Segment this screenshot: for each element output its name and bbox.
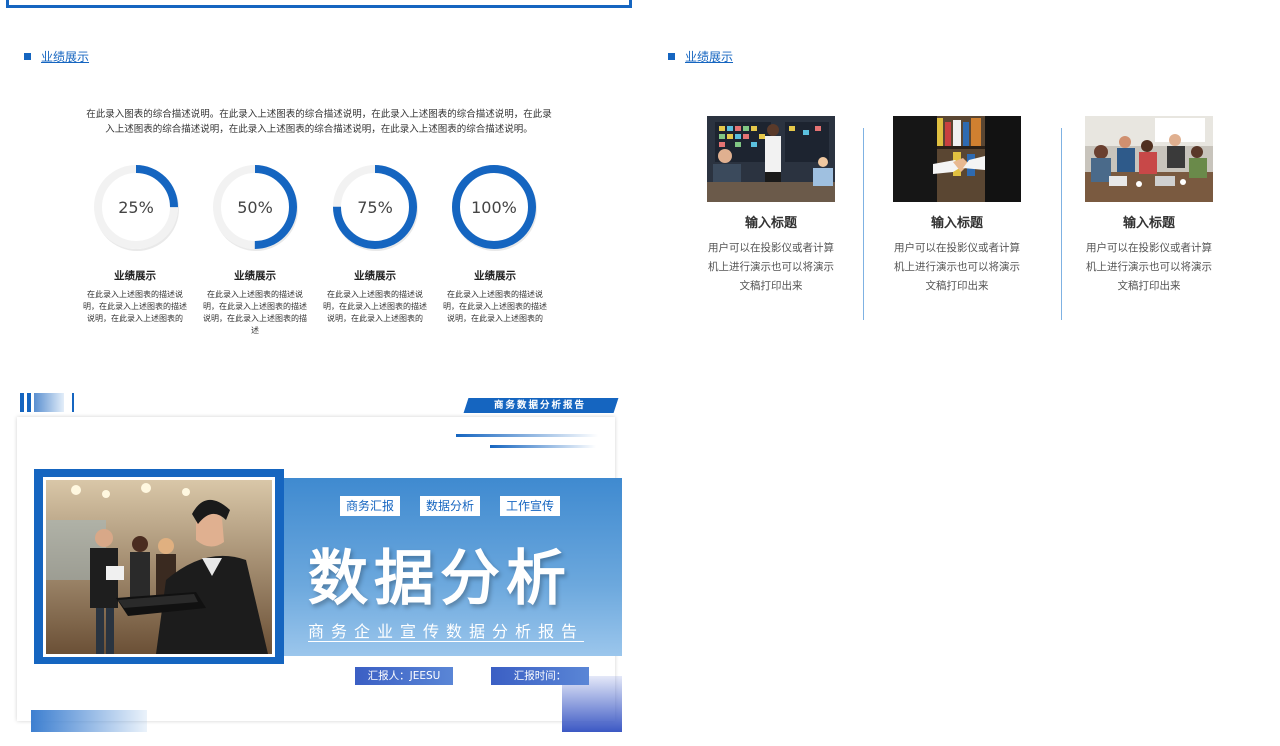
photo-card: 输入标题 用户可以在投影仪或者计算 机上进行演示也可以将演示 文稿打印出来 bbox=[1079, 116, 1219, 296]
donut-caption-title: 业绩展示 bbox=[114, 270, 156, 282]
divider-line bbox=[863, 128, 864, 320]
slide2-section-title[interactable]: 业绩展示 bbox=[685, 48, 733, 65]
card-title: 输入标题 bbox=[744, 216, 797, 231]
divider-line bbox=[1061, 128, 1062, 320]
card-desc: 用户可以在投影仪或者计算 机上进行演示也可以将演示 文稿打印出来 bbox=[1079, 239, 1219, 296]
donut-percent-label: 25% bbox=[118, 197, 154, 217]
card-desc-line: 用户可以在投影仪或者计算 bbox=[708, 242, 834, 254]
donut-caption: 业绩展示 在此录入上述图表的描述说明，在此录入上述图表的描述说明，在此录入上述图… bbox=[203, 268, 307, 337]
tag-business-report[interactable]: 商务汇报 bbox=[340, 496, 401, 516]
deco-gradient-block bbox=[31, 710, 147, 732]
reporter-label: 汇报人：JEESU bbox=[355, 667, 453, 685]
square-bullet-icon bbox=[668, 53, 675, 60]
card-desc-line: 用户可以在投影仪或者计算 bbox=[1086, 242, 1212, 254]
donut-caption: 业绩展示 在此录入上述图表的描述说明，在此录入上述图表的描述说明，在此录入上述图… bbox=[323, 268, 427, 325]
donut-caption-desc: 在此录入上述图表的描述说明，在此录入上述图表的描述说明，在此录入上述图表的描述 bbox=[203, 290, 307, 335]
card-desc: 用户可以在投影仪或者计算 机上进行演示也可以将演示 文稿打印出来 bbox=[887, 239, 1027, 296]
donut-chart: 100% bbox=[449, 162, 539, 252]
card-desc-line: 用户可以在投影仪或者计算 bbox=[894, 242, 1020, 254]
card-desc-line: 文稿打印出来 bbox=[739, 280, 803, 292]
photo-card: 输入标题 用户可以在投影仪或者计算 机上进行演示也可以将演示 文稿打印出来 bbox=[887, 116, 1027, 296]
slide1-description: 在此录入图表的综合描述说明。在此录入上述图表的综合描述说明，在此录入上述图表的综… bbox=[86, 109, 552, 135]
card-title: 输入标题 bbox=[1122, 216, 1175, 231]
card-desc: 用户可以在投影仪或者计算 机上进行演示也可以将演示 文稿打印出来 bbox=[701, 239, 841, 296]
card-desc-line: 机上进行演示也可以将演示 bbox=[1086, 261, 1212, 273]
donut-caption-desc: 在此录入上述图表的描述说明，在此录入上述图表的描述说明，在此录入上述图表的 bbox=[443, 290, 547, 323]
cover-subtitle: 商务企业宣传数据分析报告 bbox=[308, 622, 585, 641]
tag-work-promotion[interactable]: 工作宣传 bbox=[500, 496, 561, 516]
card-desc-line: 文稿打印出来 bbox=[925, 280, 989, 292]
donut-caption-title: 业绩展示 bbox=[474, 270, 516, 282]
donut-caption-title: 业绩展示 bbox=[354, 270, 396, 282]
meeting-photo bbox=[707, 116, 835, 202]
card-desc-line: 文稿打印出来 bbox=[1117, 280, 1181, 292]
square-bullet-icon bbox=[24, 53, 31, 60]
cover-deco-bars bbox=[20, 393, 74, 412]
slide1-section-header: 业绩展示 bbox=[24, 48, 89, 65]
deco-line bbox=[490, 445, 596, 448]
donut-chart: 75% bbox=[330, 162, 420, 252]
photo-card: 输入标题 用户可以在投影仪或者计算 机上进行演示也可以将演示 文稿打印出来 bbox=[701, 116, 841, 296]
donut-percent-label: 50% bbox=[237, 197, 273, 217]
donut-caption-title: 业绩展示 bbox=[234, 270, 276, 282]
slide2-section-header: 业绩展示 bbox=[668, 48, 733, 65]
tag-data-analysis[interactable]: 数据分析 bbox=[420, 496, 481, 516]
donut-caption-desc: 在此录入上述图表的描述说明，在此录入上述图表的描述说明，在此录入上述图表的 bbox=[323, 290, 427, 323]
card-desc-line: 机上进行演示也可以将演示 bbox=[708, 261, 834, 273]
donut-percent-label: 75% bbox=[357, 197, 393, 217]
card-desc-line: 机上进行演示也可以将演示 bbox=[894, 261, 1020, 273]
donut-percent-label: 100% bbox=[471, 197, 517, 217]
donut-chart: 25% bbox=[91, 162, 181, 252]
previous-slide-frame bbox=[6, 0, 632, 8]
photo-frame-inner bbox=[43, 477, 275, 657]
team-photo bbox=[1085, 116, 1213, 202]
ribbon-text: 商务数据分析报告 bbox=[493, 400, 586, 411]
report-time-label: 汇报时间：20XX bbox=[491, 667, 589, 700]
deco-line bbox=[456, 434, 598, 437]
slide1-section-title[interactable]: 业绩展示 bbox=[41, 48, 89, 65]
donut-caption-desc: 在此录入上述图表的描述说明，在此录入上述图表的描述说明，在此录入上述图表的 bbox=[83, 290, 187, 323]
donut-caption: 业绩展示 在此录入上述图表的描述说明，在此录入上述图表的描述说明，在此录入上述图… bbox=[83, 268, 187, 325]
cover-tags: 商务汇报 数据分析 工作宣传 bbox=[340, 496, 561, 516]
donut-caption: 业绩展示 在此录入上述图表的描述说明，在此录入上述图表的描述说明，在此录入上述图… bbox=[443, 268, 547, 325]
handshake-photo bbox=[893, 116, 1021, 202]
cover-title: 数据分析 bbox=[308, 544, 572, 614]
donut-chart: 50% bbox=[210, 162, 300, 252]
business-man-photo bbox=[46, 480, 272, 654]
card-title: 输入标题 bbox=[930, 216, 983, 231]
